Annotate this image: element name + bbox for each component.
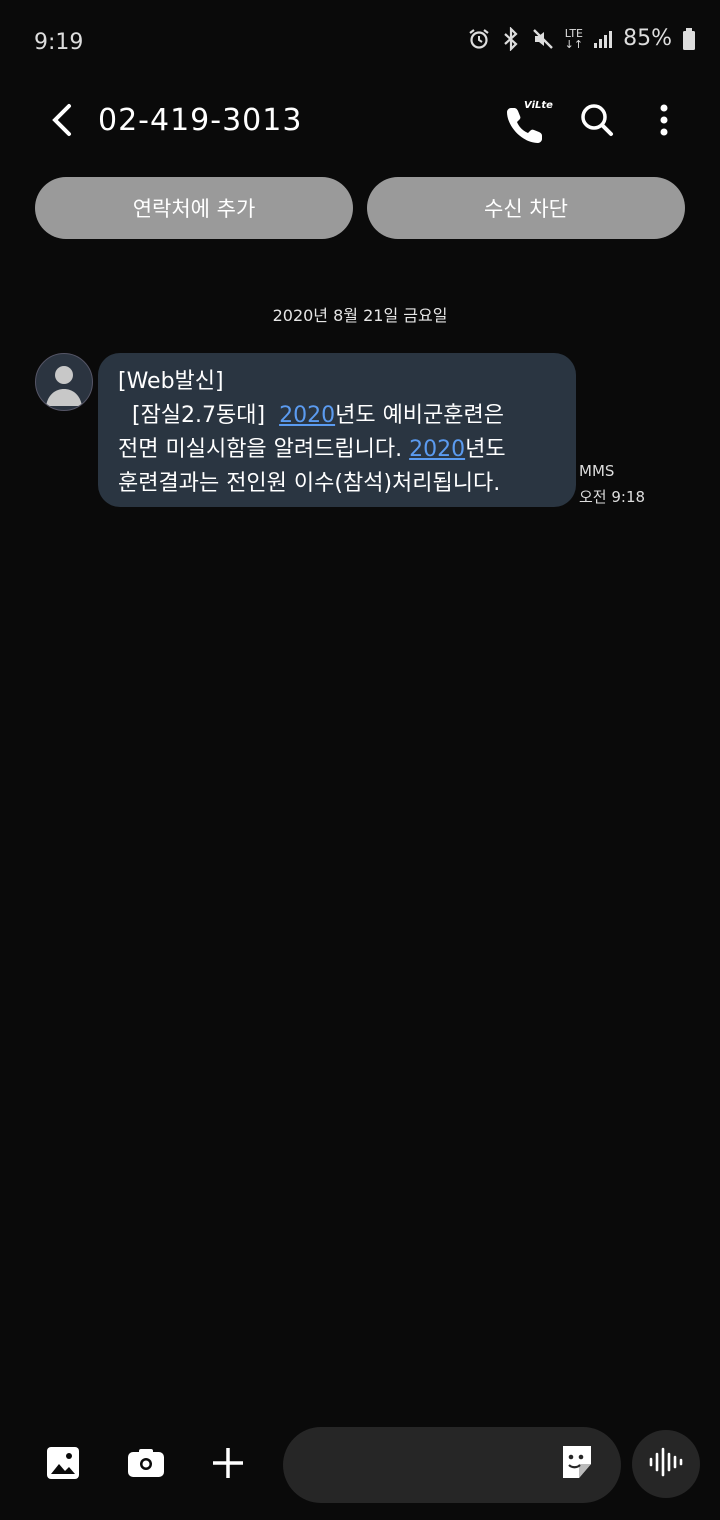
message-type: MMS xyxy=(579,462,615,480)
mute-icon xyxy=(531,27,555,51)
plus-icon xyxy=(211,1446,245,1484)
avatar[interactable] xyxy=(35,353,93,411)
vilte-call-button[interactable]: ViLte xyxy=(504,98,553,146)
message-link-year[interactable]: 2020 xyxy=(279,403,335,428)
search-icon xyxy=(580,103,614,141)
more-options-button[interactable] xyxy=(640,98,688,146)
voice-record-button[interactable] xyxy=(632,1430,700,1498)
message-bubble[interactable]: [Web발신] [잠실2.7동대] 2020년도 예비군훈련은 전면 미실시함을… xyxy=(98,353,576,507)
sticker-button[interactable] xyxy=(553,1440,601,1488)
add-contact-label: 연락처에 추가 xyxy=(132,197,256,221)
message-line-1: [Web발신] xyxy=(118,369,224,394)
message-text: [잠실2.7동대] xyxy=(118,403,280,428)
message-text: 년도 xyxy=(465,437,506,462)
message-line-3: 전면 미실시함을 알려드립니다. 2020년도 xyxy=(118,433,556,467)
person-icon xyxy=(36,366,92,410)
status-icons: LTE ↓↑ 85% xyxy=(467,26,696,51)
vilte-badge: ViLte xyxy=(524,100,553,111)
message-line-2: [잠실2.7동대] 2020년도 예비군훈련은 xyxy=(118,399,556,433)
sticker-icon xyxy=(559,1444,595,1484)
battery-text: 85% xyxy=(623,26,672,51)
message-line-4: 훈련결과는 전인원 이수(참석)처리됩니다. xyxy=(118,471,501,496)
voice-record-icon xyxy=(648,1446,684,1482)
message-link-year[interactable]: 2020 xyxy=(409,437,465,462)
conversation-title: 02-419-3013 xyxy=(98,103,303,138)
add-contact-button[interactable]: 연락처에 추가 xyxy=(35,177,353,239)
gallery-button[interactable] xyxy=(38,1440,88,1490)
camera-icon xyxy=(127,1448,165,1482)
lte-icon: LTE ↓↑ xyxy=(564,26,584,51)
message-text: 년도 예비군훈련은 xyxy=(335,403,505,428)
bluetooth-icon xyxy=(501,26,521,51)
message-meta: MMS 오전 9:18 xyxy=(579,458,645,510)
battery-icon xyxy=(682,27,696,51)
message-text: 전면 미실시함을 알려드립니다. xyxy=(118,437,410,462)
alarm-icon xyxy=(467,27,491,51)
vilte-call-icon: ViLte xyxy=(504,98,553,146)
attach-button[interactable] xyxy=(203,1440,253,1490)
back-arrow-icon xyxy=(50,102,74,142)
more-vertical-icon xyxy=(659,103,669,141)
search-button[interactable] xyxy=(573,98,621,146)
message-time: 오전 9:18 xyxy=(579,488,646,506)
back-button[interactable] xyxy=(40,100,84,144)
camera-button[interactable] xyxy=(121,1440,171,1490)
date-separator: 2020년 8월 21일 금요일 xyxy=(272,306,448,325)
block-number-button[interactable]: 수신 차단 xyxy=(367,177,685,239)
status-time: 9:19 xyxy=(34,30,84,55)
gallery-icon xyxy=(46,1446,80,1484)
signal-icon xyxy=(593,29,613,49)
block-number-label: 수신 차단 xyxy=(484,197,568,221)
